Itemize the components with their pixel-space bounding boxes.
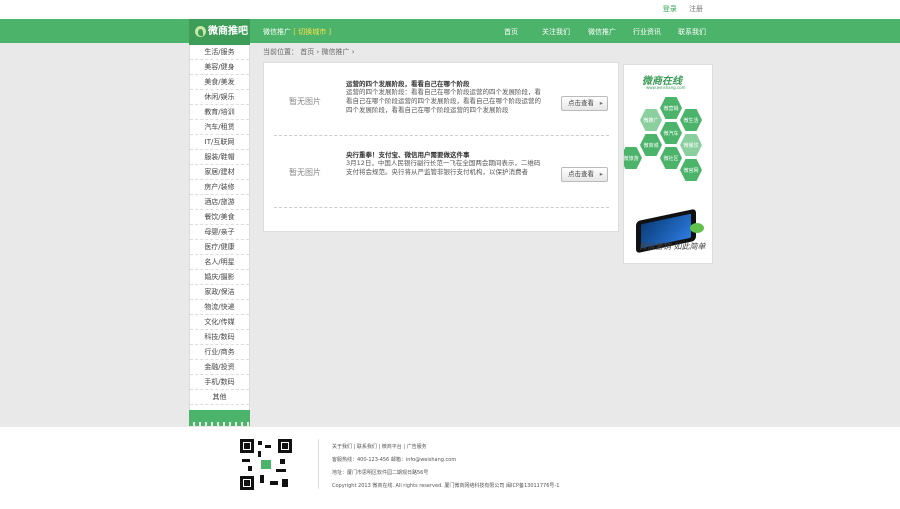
article-title[interactable]: 央行重拳！支付宝、微信用户需要做这件事 — [346, 149, 470, 159]
article-list: 暂无图片 运营的四个发展阶段，看看自己在哪个阶段 运营的四个发展阶段：看看自己在… — [263, 62, 619, 232]
sidebar-item[interactable]: 房产/装修 — [190, 180, 249, 195]
sidebar-item[interactable]: 餐饮/美食 — [190, 210, 249, 225]
divider — [274, 135, 609, 136]
sidebar-item[interactable]: 生活/服务 — [190, 45, 249, 60]
nav-bar — [0, 19, 900, 43]
sidebar-item[interactable]: 医疗/健康 — [190, 240, 249, 255]
hex-tile: 微官网 — [680, 159, 702, 181]
ad-url: www.weishang.com — [646, 85, 686, 90]
category-sidebar: 生活/服务 美容/健身 美食/美发 休闲/娱乐 教育/培训 汽车/租赁 IT/互… — [189, 45, 250, 410]
hex-tile: 微推广 — [640, 109, 662, 131]
sidebar-item[interactable]: 休闲/娱乐 — [190, 90, 249, 105]
breadcrumb: 当前位置： 首页 › 微信推广 › — [263, 47, 355, 57]
article-summary: 3月12日，中国人民银行副行长范一飞在全国两会期间表示，二维码支付将会规范。央行… — [346, 159, 541, 176]
subnav: 微信推广 [ 切换城市 ] — [263, 27, 331, 37]
wechat-icon — [690, 223, 704, 233]
site-logo[interactable]: 微商推吧 — [189, 19, 250, 45]
sidebar-item[interactable]: 科技/数码 — [190, 330, 249, 345]
footer-copyright: Copyright 2013 微商在线. All rights reserved… — [332, 483, 560, 489]
nav-item-follow[interactable]: 关注我们 — [542, 27, 570, 37]
sidebar-item[interactable]: 服装/鞋帽 — [190, 150, 249, 165]
sidebar-item[interactable]: IT/互联网 — [190, 135, 249, 150]
switch-city-link[interactable]: [ 切换城市 ] — [293, 28, 331, 36]
view-detail-button[interactable]: 点击查看 — [561, 167, 608, 182]
article-title[interactable]: 运营的四个发展阶段，看看自己在哪个阶段 — [346, 78, 470, 88]
sidebar-item[interactable]: 美容/健身 — [190, 60, 249, 75]
breadcrumb-prefix: 当前位置： — [263, 48, 298, 56]
breadcrumb-separator: › — [316, 48, 320, 56]
top-links: 登录 注册 — [653, 4, 703, 14]
sidebar-item[interactable]: 行业/商务 — [190, 345, 249, 360]
hex-tile: 微餐饮 — [680, 134, 702, 156]
sidebar-item[interactable]: 婚庆/摄影 — [190, 270, 249, 285]
view-detail-button[interactable]: 点击查看 — [561, 96, 608, 111]
top-bar: 登录 注册 — [0, 0, 900, 19]
list-item: 暂无图片 央行重拳！支付宝、微信用户需要做这件事 3月12日，中国人民银行副行长… — [274, 139, 609, 205]
hex-tile: 微汽车 — [660, 122, 682, 144]
sidebar-item[interactable]: 名人/明星 — [190, 255, 249, 270]
subnav-label: 微信推广 — [263, 28, 291, 36]
sidebar-bottom-decoration — [189, 410, 250, 426]
footer — [0, 427, 900, 509]
no-image-placeholder[interactable]: 暂无图片 — [274, 68, 336, 134]
qr-code — [240, 439, 292, 490]
hex-tile: 微营销 — [660, 97, 682, 119]
divider — [274, 207, 609, 208]
hex-tile: 微生活 — [680, 109, 702, 131]
breadcrumb-separator: › — [351, 48, 355, 56]
sidebar-item[interactable]: 美食/美发 — [190, 75, 249, 90]
breadcrumb-current[interactable]: 微信推广 — [322, 48, 350, 56]
sidebar-item[interactable]: 手机/数码 — [190, 375, 249, 390]
hex-tile: 微商城 — [640, 134, 662, 156]
register-link[interactable]: 注册 — [689, 5, 703, 13]
qr-logo-icon — [260, 459, 272, 470]
article-summary: 运营的四个发展阶段：看看自己在哪个阶段运营的四个发展阶段，看看自己在哪个阶段运营… — [346, 88, 541, 114]
breadcrumb-home[interactable]: 首页 — [300, 48, 314, 56]
nav-item-home[interactable]: 首页 — [504, 27, 518, 37]
logo-text: 微商推吧 — [208, 26, 248, 37]
sidebar-item[interactable]: 金融/投资 — [190, 360, 249, 375]
login-link[interactable]: 登录 — [663, 5, 677, 13]
sidebar-item[interactable]: 教育/培训 — [190, 105, 249, 120]
no-image-placeholder[interactable]: 暂无图片 — [274, 139, 336, 205]
nav-item-wechat[interactable]: 微信推广 — [588, 27, 616, 37]
side-advertisement[interactable]: 微商在线 www.weishang.com 微营销 微生活 微推广 微汽车 微餐… — [623, 64, 713, 264]
nav-item-contact[interactable]: 联系我们 — [678, 27, 706, 37]
bird-logo-icon — [195, 26, 206, 37]
nav-item-news[interactable]: 行业资讯 — [633, 27, 661, 37]
sidebar-item[interactable]: 家政/保洁 — [190, 285, 249, 300]
sidebar-item[interactable]: 文化/传媒 — [190, 315, 249, 330]
sidebar-item[interactable]: 家居/建材 — [190, 165, 249, 180]
footer-divider — [318, 439, 319, 489]
list-item: 暂无图片 运营的四个发展阶段，看看自己在哪个阶段 运营的四个发展阶段：看看自己在… — [274, 68, 609, 134]
footer-address: 地址：厦门市思明区软件园二期观日路56号 — [332, 470, 429, 476]
sidebar-item[interactable]: 物流/快递 — [190, 300, 249, 315]
footer-contact: 客服热线：400-123-456 邮箱：info@weishang.com — [332, 457, 457, 463]
sidebar-item[interactable]: 酒店/旅游 — [190, 195, 249, 210]
sidebar-item[interactable]: 其他 — [190, 390, 249, 405]
sidebar-item[interactable]: 母婴/亲子 — [190, 225, 249, 240]
sidebar-item[interactable]: 汽车/租赁 — [190, 120, 249, 135]
ad-slogan: 微信营销 如此简单 — [639, 242, 706, 251]
footer-links[interactable]: 关于我们 | 联系我们 | 微商平台 | 广告服务 — [332, 443, 427, 450]
hex-tile: 微旅游 — [624, 147, 642, 169]
hex-tile: 微社区 — [660, 147, 682, 169]
